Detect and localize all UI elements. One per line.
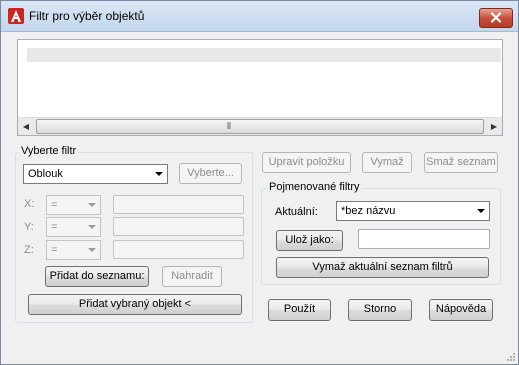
help-button[interactable]: Nápověda [429, 299, 493, 321]
dropdown-arrow[interactable] [84, 241, 100, 259]
app-logo-icon [8, 8, 24, 24]
chevron-down-icon [88, 203, 96, 207]
chevron-down-icon [155, 172, 163, 176]
current-filter-label: Aktuální: [275, 206, 318, 218]
clear-list-button[interactable]: Smaž seznam [424, 152, 498, 173]
x-value-field[interactable] [113, 195, 244, 214]
dropdown-arrow[interactable] [84, 196, 100, 214]
z-label: Z: [24, 244, 34, 256]
scrollbar-thumb[interactable]: ⦀ [36, 119, 484, 134]
filter-type-value: Oblouk [28, 168, 63, 180]
z-operator-select[interactable]: = [46, 240, 101, 260]
x-operator-select[interactable]: = [46, 195, 101, 215]
current-filter-select[interactable]: *bez názvu [336, 201, 490, 221]
z-value-field[interactable] [113, 240, 244, 259]
delete-current-filter-list-button[interactable]: Vymaž aktuální seznam filtrů [276, 257, 489, 278]
dropdown-arrow[interactable] [473, 202, 489, 220]
edit-item-button[interactable]: Upravit položku [262, 152, 351, 173]
scroll-left-icon[interactable]: ◀ [18, 119, 34, 134]
save-as-button[interactable]: Ulož jako: [276, 230, 343, 251]
z-operator-value: = [51, 244, 58, 256]
y-label: Y: [24, 221, 34, 233]
x-label: X: [24, 198, 35, 210]
y-operator-value: = [51, 221, 58, 233]
window-title: Filtr pro výběr objektů [29, 9, 145, 23]
chevron-down-icon [477, 209, 485, 213]
grip-icon: ⦀ [227, 121, 231, 131]
y-operator-select[interactable]: = [46, 217, 101, 237]
dialog-window: Filtr pro výběr objektů ◀ ⦀ ▶ Vyberte fi… [0, 0, 519, 365]
scroll-right-icon[interactable]: ▶ [486, 119, 502, 134]
horizontal-scrollbar[interactable]: ◀ ⦀ ▶ [18, 117, 502, 135]
named-filters-group-label: Pojmenované filtry [267, 181, 362, 193]
x-operator-value: = [51, 199, 58, 211]
list-item[interactable] [27, 48, 501, 62]
filter-type-select[interactable]: Oblouk [23, 164, 168, 184]
dropdown-arrow[interactable] [151, 165, 167, 183]
close-button[interactable] [479, 8, 513, 28]
current-filter-value: *bez názvu [341, 205, 396, 217]
close-icon [490, 12, 502, 23]
filter-list[interactable]: ◀ ⦀ ▶ [17, 39, 503, 136]
title-bar[interactable]: Filtr pro výběr objektů [1, 1, 518, 32]
replace-button[interactable]: Nahradit [162, 266, 222, 287]
select-filter-group-label: Vyberte filtr [19, 145, 79, 157]
save-as-name-input[interactable] [358, 229, 490, 249]
resize-grip-icon[interactable] [505, 351, 516, 362]
add-to-list-button[interactable]: Přidat do seznamu: [45, 266, 149, 287]
select-button[interactable]: Vyberte... [179, 163, 242, 184]
delete-item-button[interactable]: Vymaž [362, 152, 412, 173]
add-selected-object-button[interactable]: Přidat vybraný objekt < [28, 294, 242, 315]
cancel-button[interactable]: Storno [348, 299, 412, 321]
y-value-field[interactable] [113, 217, 244, 236]
chevron-down-icon [88, 225, 96, 229]
apply-button[interactable]: Použít [268, 299, 331, 321]
dropdown-arrow[interactable] [84, 218, 100, 236]
chevron-down-icon [88, 248, 96, 252]
